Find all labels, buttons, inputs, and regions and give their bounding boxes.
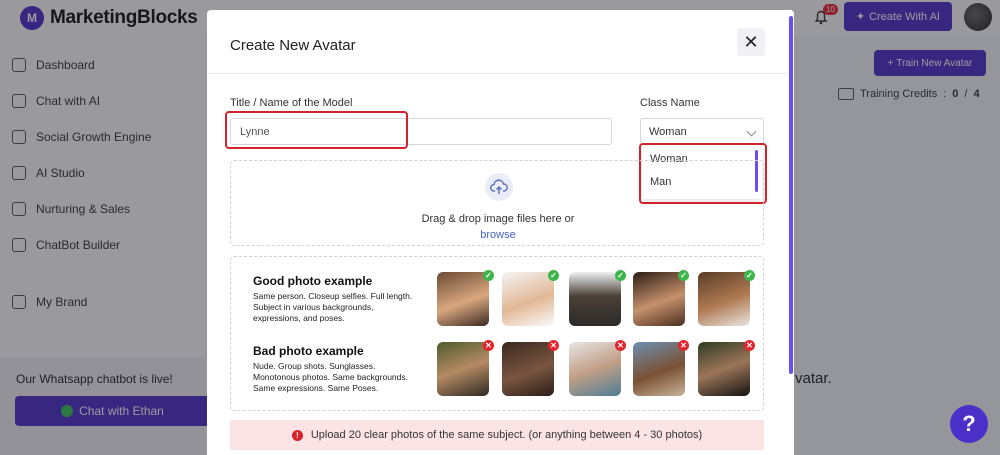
cross-icon: ✕ — [615, 340, 626, 351]
bad-example-photo — [698, 342, 750, 396]
image-dropzone[interactable]: Drag & drop image files here or browse — [230, 160, 764, 246]
close-button[interactable]: ✕ — [737, 28, 765, 56]
upload-cloud-icon — [485, 173, 513, 201]
good-example-photo — [698, 272, 750, 326]
warning-text: Upload 20 clear photos of the same subje… — [310, 429, 703, 441]
cross-icon: ✕ — [744, 340, 755, 351]
modal-scroll-thumb[interactable] — [789, 16, 793, 374]
bad-example-photo — [633, 342, 685, 396]
cross-icon: ✕ — [678, 340, 689, 351]
bad-example-photo — [569, 342, 621, 396]
question-icon: ? — [962, 411, 976, 436]
bad-example-photo — [437, 342, 489, 396]
bad-example-photo — [502, 342, 554, 396]
photo-examples-panel: Good photo example Same person. Closeup … — [230, 256, 764, 411]
class-name-select[interactable]: Woman — [640, 118, 764, 145]
chevron-down-icon — [746, 126, 757, 137]
bad-example-title: Bad photo example — [253, 344, 364, 358]
good-example-photo — [633, 272, 685, 326]
class-name-label: Class Name — [640, 97, 700, 109]
cross-icon: ✕ — [548, 340, 559, 351]
good-example-photo — [569, 272, 621, 326]
modal-header: Create New Avatar ✕ — [207, 10, 794, 74]
check-icon: ✓ — [615, 270, 626, 281]
check-icon: ✓ — [483, 270, 494, 281]
good-example-photo — [502, 272, 554, 326]
class-selected-value: Woman — [649, 126, 687, 138]
good-example-description: Same person. Closeup selfies. Full lengt… — [253, 291, 413, 323]
bad-example-description: Nude. Group shots. Sunglasses. Monotonou… — [253, 361, 408, 393]
check-icon: ✓ — [744, 270, 755, 281]
cross-icon: ✕ — [483, 340, 494, 351]
check-icon: ✓ — [678, 270, 689, 281]
close-icon: ✕ — [743, 31, 759, 52]
dropzone-text: Drag & drop image files here or — [421, 213, 575, 225]
help-button[interactable]: ? — [950, 405, 988, 443]
name-highlight-box — [225, 111, 408, 149]
name-label: Title / Name of the Model — [230, 97, 353, 109]
alert-icon: ! — [291, 429, 303, 441]
browse-link[interactable]: browse — [231, 229, 765, 241]
good-example-photo — [437, 272, 489, 326]
upload-warning-banner: ! Upload 20 clear photos of the same sub… — [230, 420, 764, 450]
check-icon: ✓ — [548, 270, 559, 281]
modal-scrollbar[interactable] — [788, 10, 794, 455]
good-example-title: Good photo example — [253, 274, 373, 288]
create-avatar-modal: Create New Avatar ✕ Title / Name of the … — [207, 10, 794, 455]
modal-title: Create New Avatar — [230, 37, 356, 54]
